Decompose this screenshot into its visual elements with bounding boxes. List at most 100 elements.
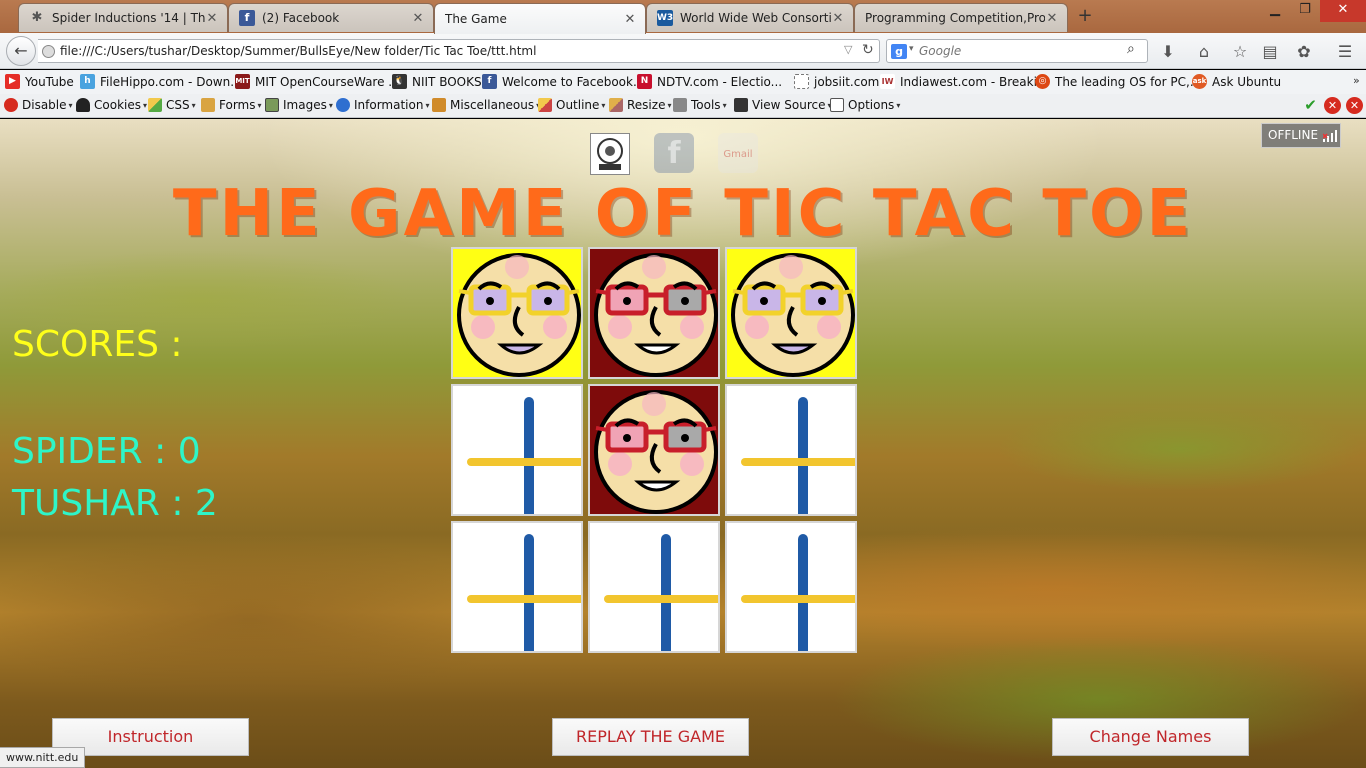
devtool-label: CSS <box>166 98 190 112</box>
board-cell-8[interactable] <box>588 521 720 653</box>
board-cell-5[interactable] <box>588 384 720 516</box>
offline-badge: OFFLINE <box>1261 123 1341 148</box>
bookmark-label: FileHippo.com - Down... <box>100 74 242 89</box>
reload-icon[interactable]: ↻ <box>862 42 874 58</box>
maximize-button[interactable]: ❐ <box>1290 0 1320 22</box>
board-cell-1[interactable] <box>451 247 583 379</box>
dropdown-arrow-icon: ▾ <box>68 100 73 110</box>
devtool-images[interactable]: Images ▾ <box>265 98 333 112</box>
bookmark-label: MIT OpenCourseWare ... <box>255 74 400 89</box>
tab-programming-competition[interactable]: Programming Competition,Pro... ✕ <box>854 3 1068 32</box>
pencil-icon <box>148 98 162 112</box>
js-error-icon[interactable]: ✕ <box>1346 97 1363 114</box>
nitt-logo-icon[interactable] <box>590 133 630 175</box>
google-icon[interactable]: g <box>891 44 907 59</box>
ndtv-icon: N <box>637 74 652 89</box>
bookmark-star-icon[interactable]: ☆ <box>1230 42 1250 62</box>
tab-title: Spider Inductions '14 | The ... <box>52 11 205 25</box>
bookmark-ubuntu[interactable]: ◎ The leading OS for PC,... <box>1035 74 1201 89</box>
search-engine-dropdown-icon[interactable]: ▾ <box>909 44 914 54</box>
bookmark-facebook[interactable]: f Welcome to Facebook... <box>482 74 644 89</box>
board-cell-6[interactable] <box>725 384 857 516</box>
player1-face-icon <box>731 253 855 377</box>
person-icon <box>76 98 90 112</box>
search-bar[interactable]: g ▾ ⌕ <box>886 39 1148 63</box>
tab-close-icon[interactable]: ✕ <box>411 11 425 26</box>
back-button[interactable]: ← <box>6 36 36 66</box>
bookmark-mit-ocw[interactable]: MIT MIT OpenCourseWare ... <box>235 74 400 89</box>
facebook-icon: f <box>482 74 497 89</box>
game-page: f Gmail OFFLINE THE GAME OF TIC TAC TOE … <box>0 119 1366 768</box>
board-cell-2[interactable] <box>588 247 720 379</box>
bookmark-niit-books[interactable]: 🐧 NIIT BOOKS <box>392 74 482 89</box>
menu-icon[interactable]: ☰ <box>1335 42 1355 62</box>
ask-ubuntu-icon: ask <box>1192 74 1207 89</box>
bookmark-label: NDTV.com - Electio... <box>657 74 783 89</box>
url-text[interactable]: file:///C:/Users/tushar/Desktop/Summer/B… <box>60 44 536 58</box>
bookmark-jobsiit[interactable]: jobsiit.com <box>794 74 879 89</box>
bookmark-ndtv[interactable]: N NDTV.com - Electio... <box>637 74 782 89</box>
bookmarks-overflow-icon[interactable]: » <box>1353 74 1360 87</box>
minimize-button[interactable]: ▁ <box>1260 0 1290 22</box>
tab-close-icon[interactable]: ✕ <box>831 11 845 26</box>
options-icon <box>830 98 844 112</box>
search-icon[interactable]: ⌕ <box>1127 41 1135 57</box>
board-cell-4[interactable] <box>451 384 583 516</box>
change-names-button[interactable]: Change Names <box>1052 718 1249 756</box>
dropdown-arrow-icon: ▾ <box>142 100 147 110</box>
facebook-icon[interactable]: f <box>654 133 694 173</box>
gmail-icon[interactable]: Gmail <box>718 133 758 173</box>
nitt-emblem-icon <box>597 138 623 170</box>
board-cell-3[interactable] <box>725 247 857 379</box>
empty-cell-icon <box>741 397 855 514</box>
bookmark-label: NIIT BOOKS <box>412 74 482 89</box>
tab-close-icon[interactable]: ✕ <box>623 12 637 27</box>
devtool-information[interactable]: Information ▾ <box>336 98 429 112</box>
devtool-view-source[interactable]: View Source▾ <box>734 98 832 112</box>
addon-icon[interactable]: ✿ <box>1294 42 1314 62</box>
board-cell-9[interactable] <box>725 521 857 653</box>
bookmark-youtube[interactable]: ▶ YouTube <box>5 74 74 89</box>
devtool-cookies[interactable]: Cookies ▾ <box>76 98 147 112</box>
bookmark-filehippo[interactable]: h FileHippo.com - Down... <box>80 74 242 89</box>
board-cell-7[interactable] <box>451 521 583 653</box>
tab-w3c[interactable]: W3 World Wide Web Consorti... ✕ <box>646 3 854 32</box>
devtool-css[interactable]: CSS ▾ <box>148 98 196 112</box>
image-icon <box>265 98 279 112</box>
tab-spider-inductions[interactable]: ✱ Spider Inductions '14 | The ... ✕ <box>18 3 228 32</box>
devtool-options[interactable]: Options ▾ <box>830 98 900 112</box>
w3c-icon: W3 <box>657 10 673 26</box>
validation-ok-icon[interactable]: ✔ <box>1302 97 1319 114</box>
player1-score-value: 0 <box>177 431 201 472</box>
new-tab-button[interactable]: + <box>1075 6 1095 26</box>
replay-button[interactable]: REPLAY THE GAME <box>552 718 749 756</box>
offline-label: OFFLINE <box>1268 128 1319 142</box>
css-error-icon[interactable]: ✕ <box>1324 97 1341 114</box>
url-bar[interactable]: file:///C:/Users/tushar/Desktop/Summer/B… <box>38 39 880 63</box>
tab-the-game[interactable]: The Game ✕ <box>434 3 646 34</box>
close-window-button[interactable]: ✕ <box>1320 0 1366 22</box>
tab-close-icon[interactable]: ✕ <box>205 11 219 26</box>
disable-icon <box>4 98 18 112</box>
download-icon[interactable]: ⬇ <box>1158 42 1178 62</box>
home-icon[interactable]: ⌂ <box>1194 42 1214 62</box>
tab-close-icon[interactable]: ✕ <box>1045 11 1059 26</box>
page-title: THE GAME OF TIC TAC TOE <box>172 177 1194 251</box>
reading-list-icon[interactable]: ▤ <box>1260 42 1280 62</box>
tab-facebook[interactable]: f (2) Facebook ✕ <box>228 3 434 32</box>
player2-face-icon <box>594 253 718 377</box>
bookmark-label: YouTube <box>25 74 74 89</box>
devtool-resize[interactable]: Resize ▾ <box>609 98 671 112</box>
clipboard-icon <box>201 98 215 112</box>
bookmark-ask-ubuntu[interactable]: ask Ask Ubuntu <box>1192 74 1281 89</box>
devtool-disable[interactable]: Disable ▾ <box>4 98 73 112</box>
bookmark-indiawest[interactable]: IW Indiawest.com - Breaki... <box>880 74 1048 89</box>
source-icon <box>734 98 748 112</box>
devtool-label: Cookies <box>94 98 141 112</box>
url-dropdown-icon[interactable]: ▽ <box>844 43 852 56</box>
devtool-outline[interactable]: Outline ▾ <box>538 98 605 112</box>
devtool-forms[interactable]: Forms ▾ <box>201 98 262 112</box>
devtool-tools[interactable]: Tools ▾ <box>673 98 727 112</box>
devtool-miscellaneous[interactable]: Miscellaneous▾ <box>432 98 540 112</box>
search-input[interactable] <box>919 42 1119 60</box>
